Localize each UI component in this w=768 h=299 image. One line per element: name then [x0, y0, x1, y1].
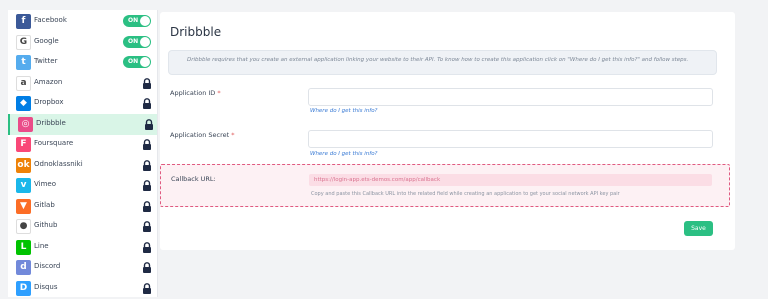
sidebar-item-label: Amazon [34, 77, 63, 86]
sidebar-item-label: Twitter [34, 57, 58, 65]
amazon-icon: a [16, 75, 31, 91]
sidebar-item-foursquare[interactable]: F Foursquare [8, 134, 157, 155]
toggle-label: ON [128, 58, 139, 65]
callback-help-text: Copy and paste this Callback URL into th… [311, 191, 620, 197]
callback-url-value: https://login-app.ets-demos.com/app/call… [314, 177, 441, 183]
toggle-knob [140, 16, 150, 26]
toggle-knob [140, 36, 150, 47]
sidebar-item-disqus[interactable]: D Disqus [8, 278, 157, 299]
sidebar-item-twitter[interactable]: t Twitter ON [8, 52, 157, 73]
sidebar-item-label: Discord [34, 262, 61, 270]
toggle-label: ON [128, 37, 139, 45]
lock-icon [142, 241, 152, 253]
sidebar-item-label: Dropbox [34, 98, 64, 106]
sidebar-item-label: Github [34, 221, 58, 229]
lock-icon [142, 98, 152, 109]
sidebar-item-vimeo[interactable]: v Vimeo [8, 175, 157, 196]
providers-sidebar: f Facebook ON G Google ON t Twitter ON a Amazon ◆ Dr… [8, 10, 158, 297]
toggle-knob [140, 57, 150, 67]
sidebar-item-label: Vimeo [34, 180, 56, 188]
sidebar-item-gitlab[interactable]: ▼ Gitlab [8, 196, 157, 217]
line-icon: L [16, 239, 31, 255]
lock-icon [142, 200, 152, 212]
enable-toggle[interactable]: ON [123, 35, 151, 48]
app-secret-help-link[interactable]: Where do I get this info? [310, 151, 377, 157]
page-title: Dribbble [170, 25, 222, 39]
app-id-input[interactable] [308, 88, 713, 106]
toggle-label: ON [128, 17, 139, 24]
enable-toggle[interactable]: ON [123, 15, 151, 27]
sidebar-item-label: Google [34, 36, 59, 45]
sidebar-item-label: Foursquare [34, 139, 74, 147]
enable-toggle[interactable]: ON [123, 56, 151, 68]
sidebar-item-label: Dribbble [36, 118, 66, 127]
sidebar-item-dropbox[interactable]: ◆ Dropbox [8, 93, 157, 114]
info-box: Dribbble requires that you create an ext… [168, 50, 717, 75]
github-icon: ● [16, 219, 31, 234]
sidebar-item-line[interactable]: L Line [8, 237, 157, 258]
lock-icon [142, 262, 152, 273]
gitlab-icon: ▼ [16, 198, 31, 214]
sidebar-item-label: Odnoklassniki [34, 159, 83, 168]
sidebar-item-discord[interactable]: d Discord [8, 257, 157, 278]
required-mark: * [231, 131, 235, 139]
sidebar-item-label: Line [34, 241, 49, 250]
discord-icon: d [16, 260, 31, 275]
sidebar-item-facebook[interactable]: f Facebook ON [8, 11, 157, 32]
sidebar-item-google[interactable]: G Google ON [8, 32, 157, 53]
lock-icon [142, 221, 152, 232]
lock-icon [142, 159, 152, 171]
save-button[interactable]: Save [684, 221, 713, 236]
callback-section: Callback URL: https://login-app.ets-demo… [160, 164, 730, 207]
facebook-icon: f [16, 14, 31, 29]
lock-icon [144, 118, 154, 130]
sidebar-item-odnoklassniki[interactable]: ok Odnoklassniki [8, 155, 157, 176]
sidebar-item-label: Disqus [34, 282, 58, 291]
app-secret-input[interactable] [308, 130, 713, 148]
provider-settings-card: Dribbble Dribbble requires that you crea… [160, 12, 735, 250]
sidebar-item-dribbble[interactable]: ◎ Dribbble [8, 113, 157, 135]
lock-icon [142, 180, 152, 191]
info-text: Dribbble requires that you create an ext… [187, 57, 689, 63]
odnoklassniki-icon: ok [16, 157, 31, 173]
vimeo-icon: v [16, 178, 31, 193]
google-icon: G [16, 34, 31, 50]
dribbble-icon: ◎ [18, 116, 33, 132]
lock-icon [142, 139, 152, 150]
disqus-icon: D [16, 280, 31, 296]
sidebar-item-amazon[interactable]: a Amazon [8, 73, 157, 94]
required-mark: * [217, 89, 221, 97]
sidebar-item-github[interactable]: ● Github [8, 216, 157, 237]
lock-icon [142, 77, 152, 89]
dropbox-icon: ◆ [16, 96, 31, 111]
app-id-help-link[interactable]: Where do I get this info? [310, 108, 377, 114]
app-id-label: Application ID * [170, 89, 221, 97]
callback-label: Callback URL: [171, 175, 216, 183]
sidebar-item-label: Gitlab [34, 200, 55, 209]
app-secret-label: Application Secret * [170, 131, 235, 139]
twitter-icon: t [16, 55, 31, 70]
foursquare-icon: F [16, 137, 31, 152]
sidebar-item-label: Facebook [34, 16, 67, 24]
lock-icon [142, 282, 152, 294]
callback-url-field[interactable]: https://login-app.ets-demos.com/app/call… [309, 174, 712, 186]
